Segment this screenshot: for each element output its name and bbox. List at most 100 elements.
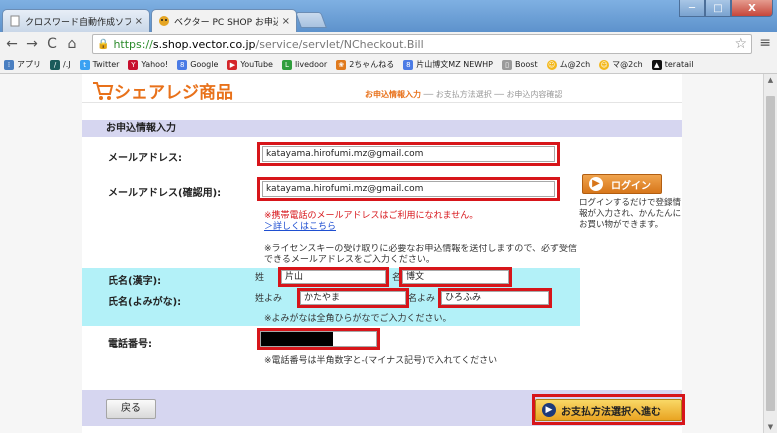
phone-field[interactable] xyxy=(260,331,377,347)
sei-kana-label: 姓よみ xyxy=(255,294,283,304)
checkout-page: シェアレジ商品 お申込情報入力 ── お支払方法選択 ── お申込内容確認 お申… xyxy=(82,74,685,433)
step-confirm: お申込内容確認 xyxy=(506,90,563,99)
mobile-warning: ※携帯電話のメールアドレスはご利用になれません。 xyxy=(264,211,479,221)
browser-titlebar: クロスワード自動作成ソフト[ × ベクター PC SHOP お申込み × ─ □… xyxy=(0,0,777,32)
sei-kana-field[interactable]: かたやま xyxy=(300,291,406,305)
scroll-down-icon[interactable]: ▼ xyxy=(764,423,777,431)
step-separator: ── xyxy=(421,90,436,99)
bookmark-mu-2ch[interactable]: ☺ ム@2ch xyxy=(546,59,590,70)
bookmark-apps[interactable]: ⁞ アプリ xyxy=(4,59,41,70)
email-confirm-field[interactable]: katayama.hirofumi.mz@gmail.com xyxy=(262,181,555,197)
google-icon: 8 xyxy=(403,59,414,70)
maximize-icon[interactable]: □ xyxy=(705,0,731,17)
reload-icon[interactable]: C xyxy=(42,36,62,52)
kana-note: ※よみがなは全角ひらがなでご入力ください。 xyxy=(264,314,452,324)
bookmarks-bar: ⁞ アプリ //.J t Twitter Y Yahoo! 8 Google ▶ YouT… xyxy=(0,56,777,74)
login-note: ログインするだけで登録情報が入力され、かんたんにお買い物ができます。 xyxy=(579,198,682,230)
tab-title: ベクター PC SHOP お申込み xyxy=(174,17,278,28)
step-separator: ── xyxy=(491,90,507,99)
application-form: お申込情報入力 メールアドレス: katayama.hirofumi.mz@gm… xyxy=(82,120,682,366)
youtube-icon: ▶ xyxy=(227,59,238,70)
back-arrow-icon[interactable]: ← xyxy=(2,36,22,52)
bookmark-livedoor[interactable]: Llivedoor xyxy=(281,59,327,70)
bookmark-teratail[interactable]: ▲ teratail xyxy=(651,59,693,70)
tab-vector-shop[interactable]: ベクター PC SHOP お申込み × xyxy=(151,9,297,32)
arrow-right-icon: ▶ xyxy=(589,177,603,191)
slashdot-icon: / xyxy=(50,59,60,70)
step-payment: お支払方法選択 xyxy=(435,90,492,99)
bookmark-2ch[interactable]: ❀ 2ちゃんねる xyxy=(336,59,394,70)
face-icon: ☺ xyxy=(599,59,610,70)
home-icon[interactable]: ⌂ xyxy=(62,36,82,52)
tab-title: クロスワード自動作成ソフト[ xyxy=(25,17,131,28)
lock-icon: 🔒 xyxy=(97,38,110,50)
url-host: s.shop.vector.co.jp xyxy=(152,37,256,51)
url-scheme: https:// xyxy=(113,37,153,51)
window-controls: ─ □ X xyxy=(679,0,773,17)
yahoo-icon: Y xyxy=(128,59,139,70)
login-button[interactable]: ▶ ログイン xyxy=(582,174,662,194)
next-button-label: お支払方法選択へ進む xyxy=(561,406,661,418)
page-icon xyxy=(10,15,20,27)
mei-field[interactable]: 博文 xyxy=(402,270,509,284)
details-link[interactable]: ＞詳しくはこちら xyxy=(264,222,336,233)
step-current: お申込情報入力 xyxy=(365,90,421,99)
proceed-to-payment-button[interactable]: ▶ お支払方法選択へ進む xyxy=(535,399,682,421)
apps-icon: ⁞ xyxy=(4,59,14,70)
bookmark-youtube[interactable]: ▶ YouTube xyxy=(227,59,273,70)
vertical-scrollbar[interactable]: ▲ ▼ xyxy=(763,74,777,433)
close-window-icon[interactable]: X xyxy=(731,0,773,17)
name-kanji-label: 氏名(漢字): xyxy=(108,276,162,287)
face-icon: ☺ xyxy=(546,59,557,70)
bookmark-boost[interactable]: ▯ Boost xyxy=(502,59,538,70)
close-tab-icon[interactable]: × xyxy=(135,16,143,27)
login-button-label: ログイン xyxy=(611,180,651,192)
phone-note: ※電話番号は半角数字と-(マイナス記号)で入れてください xyxy=(264,356,498,366)
license-note: ※ライセンスキーの受け取りに必要なお申込情報を送付しますので、必ず受信できるメー… xyxy=(264,244,578,265)
sei-field[interactable]: 片山 xyxy=(281,270,386,284)
url-path: /service/servlet/NCheckout.Bill xyxy=(255,37,424,51)
2ch-icon: ❀ xyxy=(336,59,347,70)
scroll-thumb[interactable] xyxy=(766,96,775,411)
new-tab-button[interactable] xyxy=(295,12,327,28)
form-title: お申込情報入力 xyxy=(82,120,682,137)
logo-text: シェアレジ商品 xyxy=(114,83,233,103)
bookmark-katayama[interactable]: 8 片山博文MZ NEWHP xyxy=(403,59,493,70)
phone-label: 電話番号: xyxy=(108,339,152,350)
email-label: メールアドレス: xyxy=(108,153,182,164)
minimize-icon[interactable]: ─ xyxy=(679,0,705,17)
checkout-steps: お申込情報入力 ── お支払方法選択 ── お申込内容確認 xyxy=(365,89,562,100)
form-footer: 戻る ▶ お支払方法選択へ進む xyxy=(82,390,685,426)
scroll-up-icon[interactable]: ▲ xyxy=(764,76,777,84)
sei-label: 姓 xyxy=(255,273,265,283)
browser-toolbar: ← → C ⌂ 🔒 https://s.shop.vector.co.jp/se… xyxy=(0,32,777,56)
mei-kana-field[interactable]: ひろふみ xyxy=(441,291,549,305)
bookmark-ma-2ch[interactable]: ☺ マ@2ch xyxy=(599,59,643,70)
google-icon: 8 xyxy=(177,59,188,70)
close-tab-icon[interactable]: × xyxy=(282,16,290,27)
bookmark-yahoo[interactable]: Y Yahoo! xyxy=(128,59,168,70)
bookmark-google[interactable]: 8 Google xyxy=(177,59,218,70)
address-bar[interactable]: 🔒 https://s.shop.vector.co.jp/service/se… xyxy=(92,34,752,54)
shareregi-logo: シェアレジ商品 xyxy=(92,78,233,103)
bookmark-twitter[interactable]: t Twitter xyxy=(79,59,119,70)
name-kana-label: 氏名(よみがな): xyxy=(108,297,182,308)
redaction-block xyxy=(261,332,333,346)
cart-icon xyxy=(93,81,114,100)
bookmark-star-icon[interactable]: ☆ xyxy=(734,36,747,52)
email-confirm-label: メールアドレス(確認用): xyxy=(108,188,222,199)
teratail-icon: ▲ xyxy=(651,59,662,70)
twitter-icon: t xyxy=(79,59,90,70)
bookmark-slashdot[interactable]: //.J xyxy=(50,59,71,70)
forward-arrow-icon[interactable]: → xyxy=(22,36,42,52)
back-button[interactable]: 戻る xyxy=(106,399,156,419)
page-viewport: シェアレジ商品 お申込情報入力 ── お支払方法選択 ── お申込内容確認 お申… xyxy=(0,74,763,433)
vector-favicon-icon xyxy=(159,16,169,26)
menu-icon[interactable]: ≡ xyxy=(759,35,771,51)
arrow-right-icon: ▶ xyxy=(542,403,556,417)
mei-kana-label: 名よみ xyxy=(408,294,436,304)
email-field[interactable]: katayama.hirofumi.mz@gmail.com xyxy=(262,146,555,162)
divider xyxy=(82,102,682,103)
page-icon: ▯ xyxy=(502,59,513,70)
tab-crossword[interactable]: クロスワード自動作成ソフト[ × xyxy=(2,9,150,32)
